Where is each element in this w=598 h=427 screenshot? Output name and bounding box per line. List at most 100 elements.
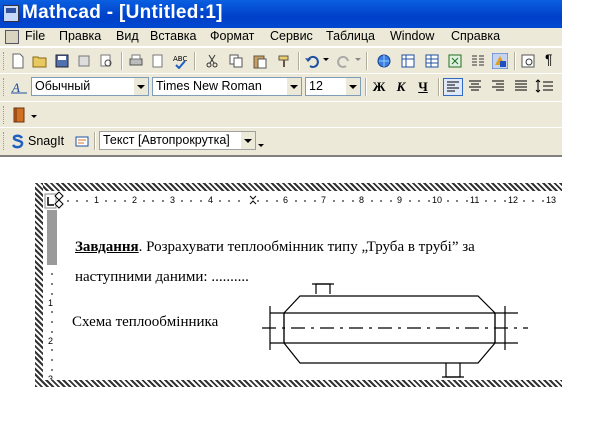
ruler-number: 3	[170, 195, 176, 205]
drawing-icon[interactable]	[492, 53, 508, 69]
frame-left-border	[35, 183, 43, 387]
menu-insert[interactable]: Вставка	[150, 29, 196, 43]
task-paragraph-line2[interactable]: наступними даними: ..........	[75, 269, 249, 286]
ruler-number: 2	[132, 195, 138, 205]
insert-excel-icon[interactable]	[447, 53, 463, 69]
redo-dropdown-icon[interactable]	[355, 58, 361, 61]
ruler-number: 12	[508, 195, 519, 205]
font-select[interactable]: Times New Roman	[152, 77, 302, 96]
menu-window[interactable]: Window	[390, 29, 434, 43]
permission-icon[interactable]	[76, 53, 92, 69]
styles-icon[interactable]: A	[11, 79, 27, 95]
toolbar-grip[interactable]	[3, 52, 7, 70]
snagit-button[interactable]: SnagIt	[28, 134, 64, 148]
menu-view[interactable]: Вид	[116, 29, 139, 43]
italic-button[interactable]: К	[391, 78, 411, 96]
ruler-number: 6	[283, 195, 289, 205]
ruler-number: 11	[470, 195, 480, 205]
chevron-down-icon[interactable]	[31, 115, 37, 118]
ruler-number: 8	[359, 195, 365, 205]
ruler-number: 7	[321, 195, 327, 205]
chevron-down-icon[interactable]	[287, 78, 301, 95]
style-select[interactable]: Обычный	[31, 77, 149, 96]
hyperlink-icon[interactable]	[376, 53, 392, 69]
chevron-down-icon[interactable]	[134, 78, 148, 95]
vruler-number: 2	[48, 336, 54, 346]
book-icon[interactable]	[11, 107, 27, 123]
formatting-toolbar: A Обычный Times New Roman 12 Ж К Ч	[0, 73, 562, 101]
vertical-ruler[interactable]: 1 2 3	[43, 210, 63, 380]
ruler-number: 10	[432, 195, 443, 205]
toolbar-grip[interactable]	[3, 132, 7, 150]
ruler-number: 1	[94, 195, 100, 205]
extra-toolbar	[0, 101, 562, 127]
title-bar: Mathcad - [Untitled:1]	[0, 0, 562, 28]
format-painter-icon[interactable]	[276, 53, 292, 69]
frame-top-border	[35, 183, 562, 191]
chevron-down-icon[interactable]	[346, 78, 360, 95]
font-size-value: 12	[309, 79, 323, 93]
insert-table-icon[interactable]	[424, 53, 440, 69]
align-center-icon	[469, 80, 481, 91]
ruler-number: 9	[397, 195, 403, 205]
toolbar-grip[interactable]	[3, 106, 7, 124]
align-center-button[interactable]	[466, 78, 486, 96]
undo-icon[interactable]	[304, 53, 320, 69]
horizontal-ruler[interactable]: 1 2 3 4 6 7 8 9 10 11 12 13	[43, 191, 562, 211]
menu-help[interactable]: Справка	[451, 29, 500, 43]
document-page[interactable]: Завдання. Розрахувати теплообмінник типу…	[62, 210, 562, 380]
open-folder-icon[interactable]	[32, 53, 48, 69]
paste-icon[interactable]	[252, 53, 268, 69]
task-text: . Розрахувати теплообмінник типу „Труба …	[138, 239, 475, 255]
menu-format[interactable]: Формат	[210, 29, 254, 43]
line-spacing-icon	[535, 79, 553, 93]
menu-file[interactable]: File	[25, 29, 45, 43]
redo-icon[interactable]	[336, 53, 352, 69]
font-value: Times New Roman	[156, 79, 262, 93]
task-paragraph[interactable]: Завдання. Розрахувати теплообмінник типу…	[75, 239, 475, 256]
show-hide-icon[interactable]: ¶	[545, 51, 553, 67]
underline-button[interactable]: Ч	[413, 78, 433, 96]
new-document-icon[interactable]	[10, 53, 26, 69]
print-icon[interactable]	[128, 53, 144, 69]
font-size-select[interactable]: 12	[305, 77, 361, 96]
ruler-number: 13	[546, 195, 557, 205]
mathcad-app-icon[interactable]	[3, 5, 19, 22]
menu-edit[interactable]: Правка	[59, 29, 101, 43]
standard-toolbar: ABC ¶	[0, 47, 562, 73]
ruler-ticks	[44, 191, 544, 209]
frame-bottom-border	[35, 380, 562, 387]
print-preview-2-icon[interactable]	[150, 53, 166, 69]
diagram-caption[interactable]: Схема теплообмінника	[72, 314, 218, 331]
document-icon[interactable]	[5, 30, 19, 44]
columns-icon[interactable]	[470, 53, 486, 69]
align-left-icon	[447, 81, 459, 92]
tables-borders-icon[interactable]	[400, 53, 416, 69]
chevron-down-icon[interactable]	[241, 132, 255, 149]
snagit-mode-value: Текст [Автопрокрутка]	[103, 133, 230, 147]
ruler-number: 4	[208, 195, 214, 205]
line-spacing-button[interactable]	[535, 78, 555, 96]
snagit-toolbar: SnagIt Текст [Автопрокрутка]	[0, 127, 562, 155]
print-preview-icon[interactable]	[98, 53, 114, 69]
task-label: Завдання	[75, 239, 139, 255]
menu-tools[interactable]: Сервис	[270, 29, 313, 43]
snagit-mode-select[interactable]: Текст [Автопрокрутка]	[99, 131, 256, 150]
spelling-icon[interactable]: ABC	[172, 53, 188, 69]
align-left-button[interactable]	[443, 78, 463, 96]
document-map-icon[interactable]	[520, 53, 536, 69]
bold-button[interactable]: Ж	[369, 78, 389, 96]
justify-button[interactable]	[512, 78, 532, 96]
heat-exchanger-diagram[interactable]	[260, 276, 530, 380]
menu-table[interactable]: Таблица	[326, 29, 375, 43]
toolbar-options-icon[interactable]	[258, 144, 264, 147]
cut-icon[interactable]	[204, 53, 220, 69]
toolbar-grip[interactable]	[3, 78, 7, 96]
save-icon[interactable]	[54, 53, 70, 69]
align-right-button[interactable]	[489, 78, 509, 96]
snagit-icon[interactable]	[10, 134, 26, 150]
snagit-capture-icon[interactable]	[74, 133, 90, 149]
undo-dropdown-icon[interactable]	[323, 58, 329, 61]
copy-icon[interactable]	[228, 53, 244, 69]
style-value: Обычный	[35, 79, 91, 93]
